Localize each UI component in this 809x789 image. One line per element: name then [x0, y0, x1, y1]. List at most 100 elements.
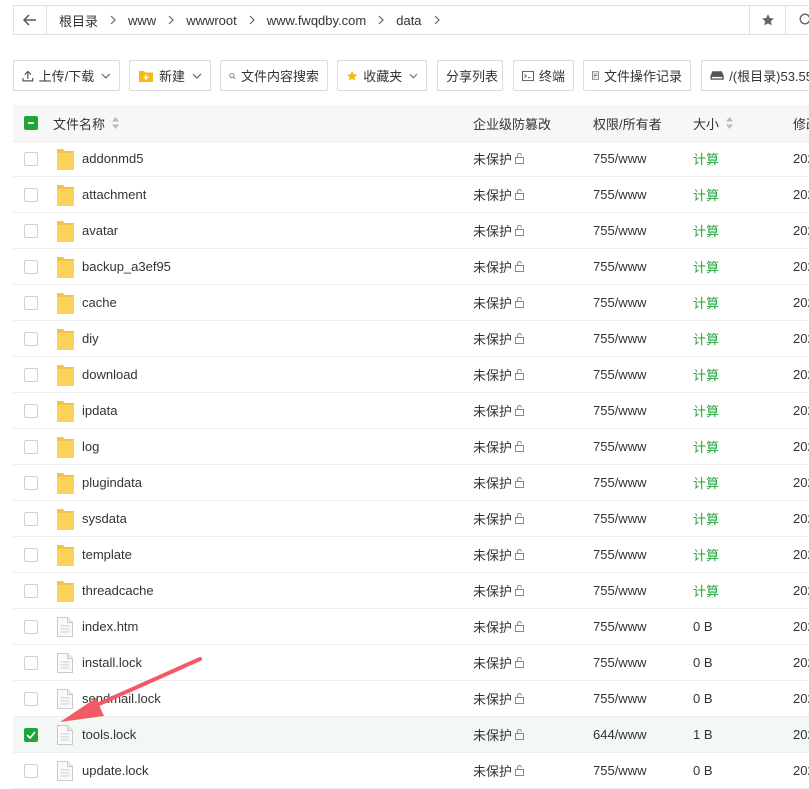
table-row[interactable]: log 未保护 755/www 计算 202	[13, 429, 809, 465]
file-name[interactable]: threadcache	[82, 573, 154, 608]
permission-owner[interactable]: 755/www	[593, 753, 646, 788]
disk-button[interactable]: /(根目录)53.55	[701, 60, 809, 91]
breadcrumb-item[interactable]: 根目录	[59, 11, 98, 30]
protection-status[interactable]: 未保护	[473, 753, 525, 788]
row-checkbox[interactable]	[24, 583, 38, 598]
row-checkbox[interactable]	[24, 691, 38, 706]
table-row[interactable]: ipdata 未保护 755/www 计算 202	[13, 393, 809, 429]
permission-owner[interactable]: 755/www	[593, 249, 646, 284]
file-name[interactable]: addonmd5	[82, 141, 143, 176]
calculate-size-link[interactable]: 计算	[693, 501, 719, 536]
favorites-button[interactable]: 收藏夹	[337, 60, 427, 91]
row-checkbox[interactable]	[24, 619, 38, 634]
header-name[interactable]: 文件名称	[53, 105, 120, 141]
protection-status[interactable]: 未保护	[473, 177, 525, 212]
new-button[interactable]: 新建	[129, 60, 211, 91]
file-name[interactable]: template	[82, 537, 132, 572]
protection-status[interactable]: 未保护	[473, 609, 525, 644]
header-size[interactable]: 大小	[693, 105, 734, 141]
file-name[interactable]: tools.lock	[82, 717, 136, 752]
table-row[interactable]: download 未保护 755/www 计算 202	[13, 357, 809, 393]
terminal-button[interactable]: 终端	[513, 60, 574, 91]
protection-status[interactable]: 未保护	[473, 537, 525, 572]
protection-status[interactable]: 未保护	[473, 357, 525, 392]
file-name[interactable]: log	[82, 429, 99, 464]
table-row[interactable]: attachment 未保护 755/www 计算 202	[13, 177, 809, 213]
permission-owner[interactable]: 755/www	[593, 537, 646, 572]
protection-status[interactable]: 未保护	[473, 393, 525, 428]
calculate-size-link[interactable]: 计算	[693, 141, 719, 176]
protection-status[interactable]: 未保护	[473, 645, 525, 680]
calculate-size-link[interactable]: 计算	[693, 465, 719, 500]
table-row[interactable]: sysdata 未保护 755/www 计算 202	[13, 501, 809, 537]
permission-owner[interactable]: 755/www	[593, 393, 646, 428]
row-checkbox[interactable]	[24, 223, 38, 238]
calculate-size-link[interactable]: 计算	[693, 357, 719, 392]
permission-owner[interactable]: 755/www	[593, 285, 646, 320]
calculate-size-link[interactable]: 计算	[693, 249, 719, 284]
address-search-button[interactable]	[785, 6, 809, 34]
file-name[interactable]: download	[82, 357, 138, 392]
row-checkbox[interactable]	[24, 367, 38, 382]
breadcrumb-item[interactable]: www.fwqdby.com	[267, 13, 366, 28]
row-checkbox[interactable]	[24, 727, 38, 742]
row-checkbox[interactable]	[24, 259, 38, 274]
permission-owner[interactable]: 755/www	[593, 177, 646, 212]
table-row[interactable]: avatar 未保护 755/www 计算 202	[13, 213, 809, 249]
back-button[interactable]	[14, 6, 47, 34]
row-checkbox[interactable]	[24, 295, 38, 310]
protection-status[interactable]: 未保护	[473, 573, 525, 608]
file-name[interactable]: sendmail.lock	[82, 681, 161, 716]
row-checkbox[interactable]	[24, 151, 38, 166]
row-checkbox[interactable]	[24, 403, 38, 418]
file-name[interactable]: attachment	[82, 177, 146, 212]
calculate-size-link[interactable]: 计算	[693, 573, 719, 608]
protection-status[interactable]: 未保护	[473, 681, 525, 716]
file-name[interactable]: plugindata	[82, 465, 142, 500]
permission-owner[interactable]: 755/www	[593, 609, 646, 644]
file-name[interactable]: cache	[82, 285, 117, 320]
file-name[interactable]: update.lock	[82, 753, 149, 788]
table-row[interactable]: install.lock 未保护 755/www 0 B 202	[13, 645, 809, 681]
breadcrumb-item[interactable]: wwwroot	[186, 13, 237, 28]
table-row[interactable]: template 未保护 755/www 计算 202	[13, 537, 809, 573]
calculate-size-link[interactable]: 计算	[693, 213, 719, 248]
file-name[interactable]: install.lock	[82, 645, 142, 680]
table-row[interactable]: sendmail.lock 未保护 755/www 0 B 202	[13, 681, 809, 717]
row-checkbox[interactable]	[24, 511, 38, 526]
permission-owner[interactable]: 755/www	[593, 429, 646, 464]
calculate-size-link[interactable]: 计算	[693, 393, 719, 428]
permission-owner[interactable]: 755/www	[593, 573, 646, 608]
protection-status[interactable]: 未保护	[473, 213, 525, 248]
calculate-size-link[interactable]: 计算	[693, 537, 719, 572]
row-checkbox[interactable]	[24, 187, 38, 202]
calculate-size-link[interactable]: 计算	[693, 177, 719, 212]
table-row[interactable]: backup_a3ef95 未保护 755/www 计算 202	[13, 249, 809, 285]
row-checkbox[interactable]	[24, 763, 38, 778]
row-checkbox[interactable]	[24, 439, 38, 454]
protection-status[interactable]: 未保护	[473, 321, 525, 356]
file-operation-log-button[interactable]: 文件操作记录	[583, 60, 691, 91]
breadcrumb-item[interactable]: data	[396, 13, 421, 28]
select-all-checkbox[interactable]	[24, 116, 38, 130]
file-name[interactable]: backup_a3ef95	[82, 249, 171, 284]
permission-owner[interactable]: 644/www	[593, 717, 646, 752]
favorite-button[interactable]	[749, 6, 786, 34]
protection-status[interactable]: 未保护	[473, 285, 525, 320]
table-row[interactable]: diy 未保护 755/www 计算 202	[13, 321, 809, 357]
table-row[interactable]: update.lock 未保护 755/www 0 B 202	[13, 753, 809, 789]
table-row[interactable]: index.htm 未保护 755/www 0 B 202	[13, 609, 809, 645]
calculate-size-link[interactable]: 计算	[693, 429, 719, 464]
calculate-size-link[interactable]: 计算	[693, 321, 719, 356]
protection-status[interactable]: 未保护	[473, 141, 525, 176]
permission-owner[interactable]: 755/www	[593, 213, 646, 248]
permission-owner[interactable]: 755/www	[593, 501, 646, 536]
row-checkbox[interactable]	[24, 655, 38, 670]
header-modified[interactable]: 修改	[793, 105, 809, 141]
permission-owner[interactable]: 755/www	[593, 681, 646, 716]
protection-status[interactable]: 未保护	[473, 465, 525, 500]
row-checkbox[interactable]	[24, 475, 38, 490]
table-row[interactable]: cache 未保护 755/www 计算 202	[13, 285, 809, 321]
table-row[interactable]: tools.lock 未保护 644/www 1 B 202	[13, 717, 809, 753]
share-list-button[interactable]: 分享列表	[437, 60, 503, 91]
